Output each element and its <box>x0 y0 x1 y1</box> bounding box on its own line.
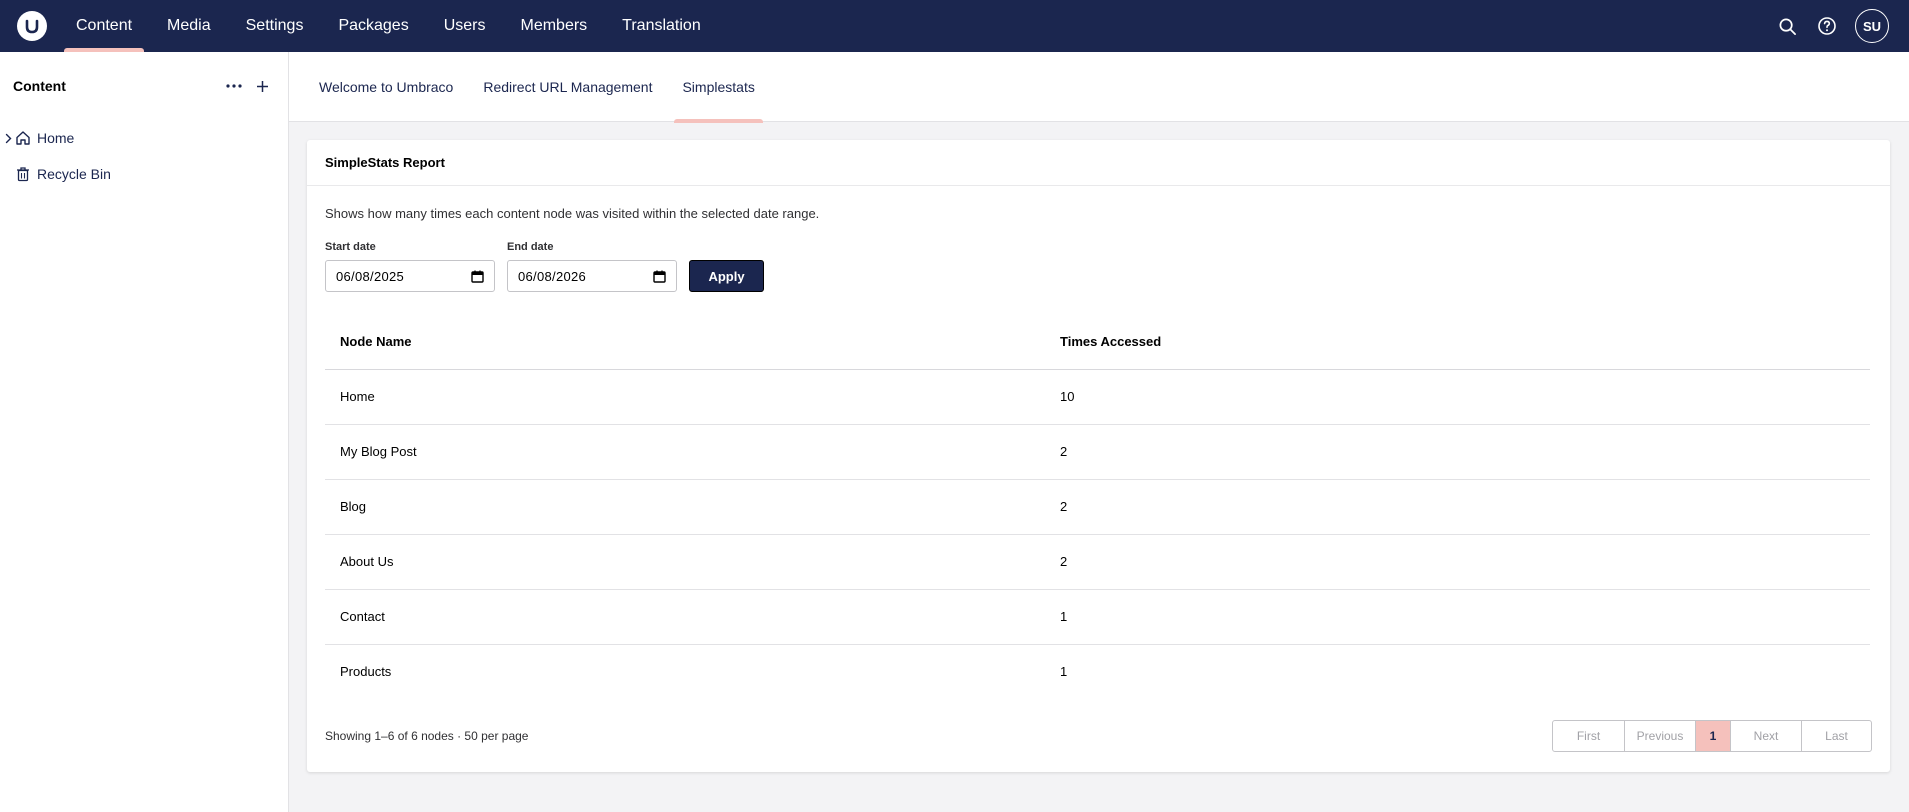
tab-welcome[interactable]: Welcome to Umbraco <box>311 52 461 122</box>
nav-members[interactable]: Members <box>508 0 599 52</box>
last-page-button[interactable]: Last <box>1801 721 1871 751</box>
table-row: Contact 1 <box>325 589 1870 645</box>
sidebar-title: Content <box>13 78 66 94</box>
times-accessed-cell: 1 <box>1060 664 1068 680</box>
node-name-cell: Contact <box>325 589 1045 645</box>
search-icon[interactable] <box>1771 10 1803 42</box>
tab-redirect-url-management[interactable]: Redirect URL Management <box>475 52 660 122</box>
pagination: First Previous 1 Next Last <box>1552 720 1872 752</box>
previous-page-button[interactable]: Previous <box>1624 721 1695 751</box>
tab-simplestats[interactable]: Simplestats <box>674 52 764 123</box>
main-nav: Content Media Settings Packages Users Me… <box>64 0 713 52</box>
start-date-value: 06/08/2025 <box>336 268 405 284</box>
content-sidebar: Content Home Recycle Bin <box>0 52 289 812</box>
card-footer: Showing 1–6 of 6 nodes · 50 per page Fir… <box>325 720 1872 752</box>
tree-item-home[interactable]: Home <box>0 120 288 156</box>
tree-item-label: Recycle Bin <box>37 166 111 182</box>
start-date-input[interactable]: 06/08/2025 <box>325 260 495 292</box>
nav-media[interactable]: Media <box>155 0 223 52</box>
topbar-actions: SU <box>1763 9 1909 43</box>
main-area: Welcome to Umbraco Redirect URL Manageme… <box>289 52 1909 812</box>
date-filters: Start date 06/08/2025 End date 06/08/202… <box>325 241 1872 292</box>
report-description: Shows how many times each content node w… <box>325 206 820 221</box>
table-row: My Blog Post 2 <box>325 424 1870 480</box>
start-date-field: Start date 06/08/2025 <box>325 241 495 292</box>
end-date-field: End date 06/08/2026 <box>507 241 677 292</box>
table-row: Home 10 <box>325 369 1870 425</box>
times-accessed-cell: 2 <box>1045 534 1870 590</box>
column-header-times-accessed: Times Accessed <box>1045 314 1870 370</box>
tree-item-recycle-bin[interactable]: Recycle Bin <box>0 156 288 192</box>
avatar-initials: SU <box>1862 18 1882 34</box>
user-avatar[interactable]: SU <box>1855 9 1889 43</box>
pagination-summary: Showing 1–6 of 6 nodes · 50 per page <box>325 729 529 743</box>
trash-icon <box>14 165 32 183</box>
sidebar-header: Content <box>0 52 288 120</box>
umbraco-logo-icon[interactable] <box>17 11 47 41</box>
node-name-cell: Blog <box>325 479 1045 535</box>
end-date-input[interactable]: 06/08/2026 <box>507 260 677 292</box>
table-header-row: Node Name Times Accessed <box>325 314 1870 370</box>
chevron-right-icon[interactable] <box>2 131 14 145</box>
nav-packages[interactable]: Packages <box>326 0 420 52</box>
top-navigation-bar: Content Media Settings Packages Users Me… <box>0 0 1909 52</box>
table-row: Blog 2 <box>325 479 1870 535</box>
add-icon[interactable] <box>249 73 275 99</box>
nav-content[interactable]: Content <box>64 0 145 52</box>
tree-item-label: Home <box>37 130 75 146</box>
nav-translation[interactable]: Translation <box>610 0 713 52</box>
node-name-cell: My Blog Post <box>325 424 1045 480</box>
next-page-button[interactable]: Next <box>1730 721 1801 751</box>
current-page-button[interactable]: 1 <box>1695 721 1730 751</box>
node-name-cell: Products <box>340 664 392 680</box>
end-date-label: End date <box>507 241 554 253</box>
card-title: SimpleStats Report <box>307 140 1890 186</box>
apply-button[interactable]: Apply <box>689 260 764 292</box>
column-header-node-name: Node Name <box>325 314 1045 370</box>
dashboard-tabs: Welcome to Umbraco Redirect URL Manageme… <box>289 52 1909 123</box>
help-icon[interactable] <box>1811 10 1843 42</box>
simplestats-report-card: SimpleStats Report Shows how many times … <box>307 140 1890 772</box>
more-options-icon[interactable] <box>221 73 247 99</box>
times-accessed-cell: 10 <box>1045 369 1870 425</box>
start-date-label: Start date <box>325 241 376 253</box>
node-name-cell: About Us <box>325 534 1045 590</box>
stats-table: Node Name Times Accessed Home 10 My Blog… <box>325 314 1870 699</box>
home-icon <box>14 129 32 147</box>
nav-settings[interactable]: Settings <box>234 0 316 52</box>
end-date-value: 06/08/2026 <box>518 268 587 284</box>
times-accessed-cell: 2 <box>1045 424 1870 480</box>
nav-users[interactable]: Users <box>432 0 498 52</box>
node-name-cell: Home <box>325 369 1045 425</box>
times-accessed-cell: 1 <box>1045 589 1870 645</box>
times-accessed-cell: 2 <box>1045 479 1870 535</box>
card-body: Shows how many times each content node w… <box>307 206 1890 699</box>
table-row: About Us 2 <box>325 534 1870 590</box>
table-row: Products 1 <box>325 644 1870 699</box>
calendar-icon[interactable] <box>652 269 666 283</box>
first-page-button[interactable]: First <box>1553 721 1624 751</box>
sidebar-actions <box>219 73 275 99</box>
calendar-icon[interactable] <box>470 269 484 283</box>
